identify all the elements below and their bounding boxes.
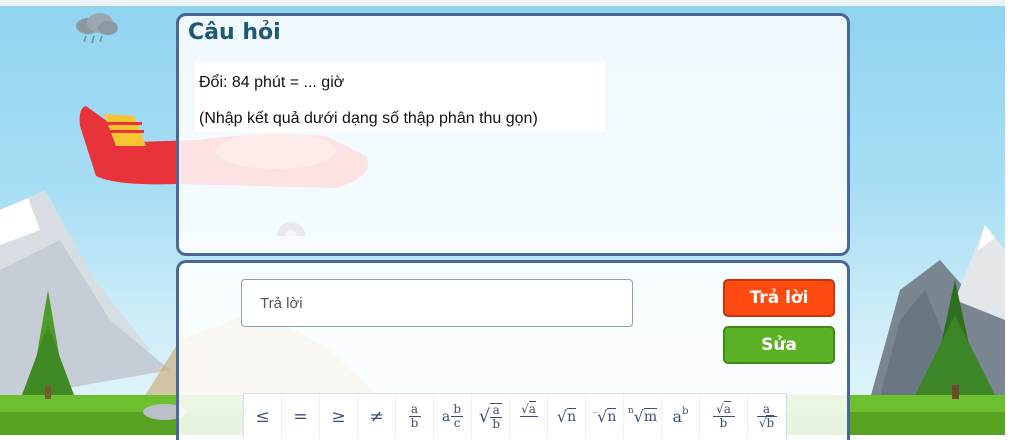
sqrt-radicand: n xyxy=(567,408,577,425)
right-margin xyxy=(1005,0,1024,435)
mixed-denominator: c xyxy=(453,416,461,430)
sqrt-over-fraction-button[interactable]: √a b xyxy=(700,394,748,439)
equals-button[interactable]: = xyxy=(282,394,320,439)
fraction-button[interactable]: ab xyxy=(396,394,434,439)
question-panel: Câu hỏi Đổi: 84 phút = ... giờ (Nhập kết… xyxy=(176,13,850,256)
top-edge xyxy=(0,0,1005,6)
less-equal-button[interactable]: ≤ xyxy=(244,394,282,439)
mixed-number-button[interactable]: a bc xyxy=(434,394,472,439)
mixed-numerator: b xyxy=(453,402,462,416)
question-title: Câu hỏi xyxy=(188,20,281,45)
sqrt-fraction-numerator: a xyxy=(492,402,500,417)
fraction-sqrt-button[interactable]: √a xyxy=(510,394,548,439)
power-base: a xyxy=(672,407,683,426)
question-instruction: (Nhập kết quả dưới dạng số thập phân thu… xyxy=(199,110,538,127)
fraction-over-sqrt-button[interactable]: a √b xyxy=(748,394,786,439)
edit-answer-button[interactable]: Sửa xyxy=(723,326,835,364)
submit-answer-button[interactable]: Trả lời xyxy=(723,279,835,317)
sqrt-over-numerator: a xyxy=(723,401,731,416)
power-button[interactable]: ab xyxy=(662,394,700,439)
mixed-whole: a xyxy=(441,408,451,425)
power-exponent: b xyxy=(682,406,689,417)
sqrt-over-denominator: b xyxy=(719,416,728,430)
question-text: Đổi: 84 phút = ... giờ xyxy=(199,74,345,91)
sqrt-fraction-button[interactable]: √ ab xyxy=(472,394,510,439)
answer-panel: Trả lời Sửa ≤ = ≥ ≠ ab a bc √ ab √a √n ‾… xyxy=(176,260,850,440)
math-symbol-toolbar: ≤ = ≥ ≠ ab a bc √ ab √a √ n ‾ √ n n √ m ab xyxy=(243,393,787,439)
square-root-button[interactable]: √ n xyxy=(548,394,586,439)
fraction-numerator: a xyxy=(410,402,419,416)
answer-input[interactable] xyxy=(241,279,633,327)
fraction-denominator: b xyxy=(410,416,419,430)
cube-root-radicand: n xyxy=(607,408,617,425)
nth-root-radicand: m xyxy=(643,408,658,425)
cube-root-button[interactable]: ‾ √ n xyxy=(586,394,624,439)
not-equal-button[interactable]: ≠ xyxy=(358,394,396,439)
rain-cloud-icon xyxy=(76,13,118,44)
fraction-sqrt-numerator: a xyxy=(528,401,536,416)
over-sqrt-denominator: b xyxy=(766,415,775,430)
greater-equal-button[interactable]: ≥ xyxy=(320,394,358,439)
sqrt-fraction-denominator: b xyxy=(492,416,501,431)
nth-root-button[interactable]: n √ m xyxy=(624,394,662,439)
